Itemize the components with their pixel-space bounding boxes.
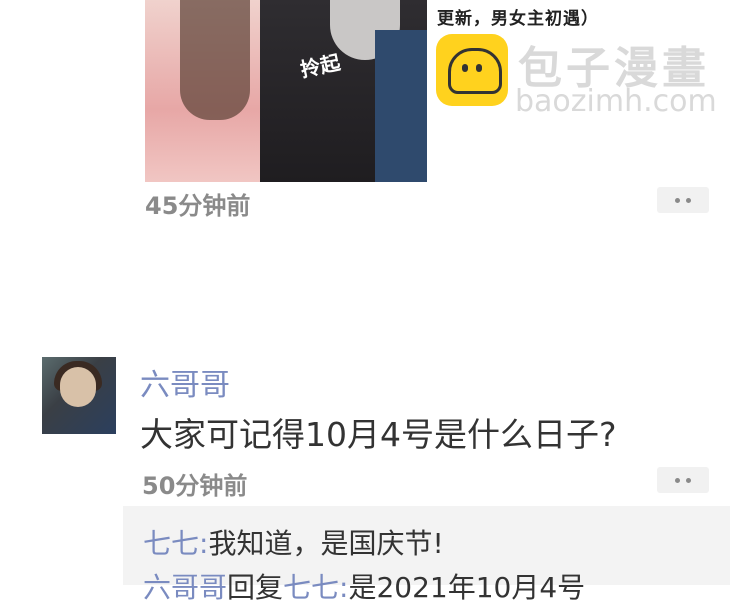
avatar[interactable] <box>42 357 116 434</box>
reply-username[interactable]: 七七: <box>143 527 208 560</box>
comment-text: 大家可记得10月4号是什么日子? <box>140 415 617 454</box>
dot-icon <box>686 477 691 483</box>
dot-icon <box>675 477 680 483</box>
watermark-brand-en: baozimh.com <box>515 84 717 119</box>
dot-icon <box>686 197 691 203</box>
reply-word: 回复 <box>227 571 284 604</box>
reply-list: 七七:我知道，是国庆节! 六哥哥回复七七:是2021年10月4号 <box>123 506 730 604</box>
reply-target-username[interactable]: 七七: <box>283 571 348 604</box>
post-image[interactable] <box>145 0 427 182</box>
post-timestamp: 45分钟前 <box>145 192 251 220</box>
comment-timestamp: 50分钟前 <box>142 472 248 500</box>
reply-item[interactable]: 六哥哥回复七七:是2021年10月4号 <box>143 566 585 606</box>
comment-username[interactable]: 六哥哥 <box>140 360 230 404</box>
image-caption: 更新，男女主初遇） <box>437 9 599 29</box>
reply-username[interactable]: 六哥哥 <box>143 571 227 604</box>
reply-text: 我知道，是国庆节! <box>208 527 444 560</box>
dot-icon <box>675 197 680 203</box>
baozi-logo-icon <box>436 34 508 106</box>
more-options-button[interactable] <box>657 187 709 213</box>
reply-item[interactable]: 七七:我知道，是国庆节! <box>143 522 444 562</box>
comment-more-options-button[interactable] <box>657 467 709 493</box>
reply-text: 是2021年10月4号 <box>348 571 586 604</box>
